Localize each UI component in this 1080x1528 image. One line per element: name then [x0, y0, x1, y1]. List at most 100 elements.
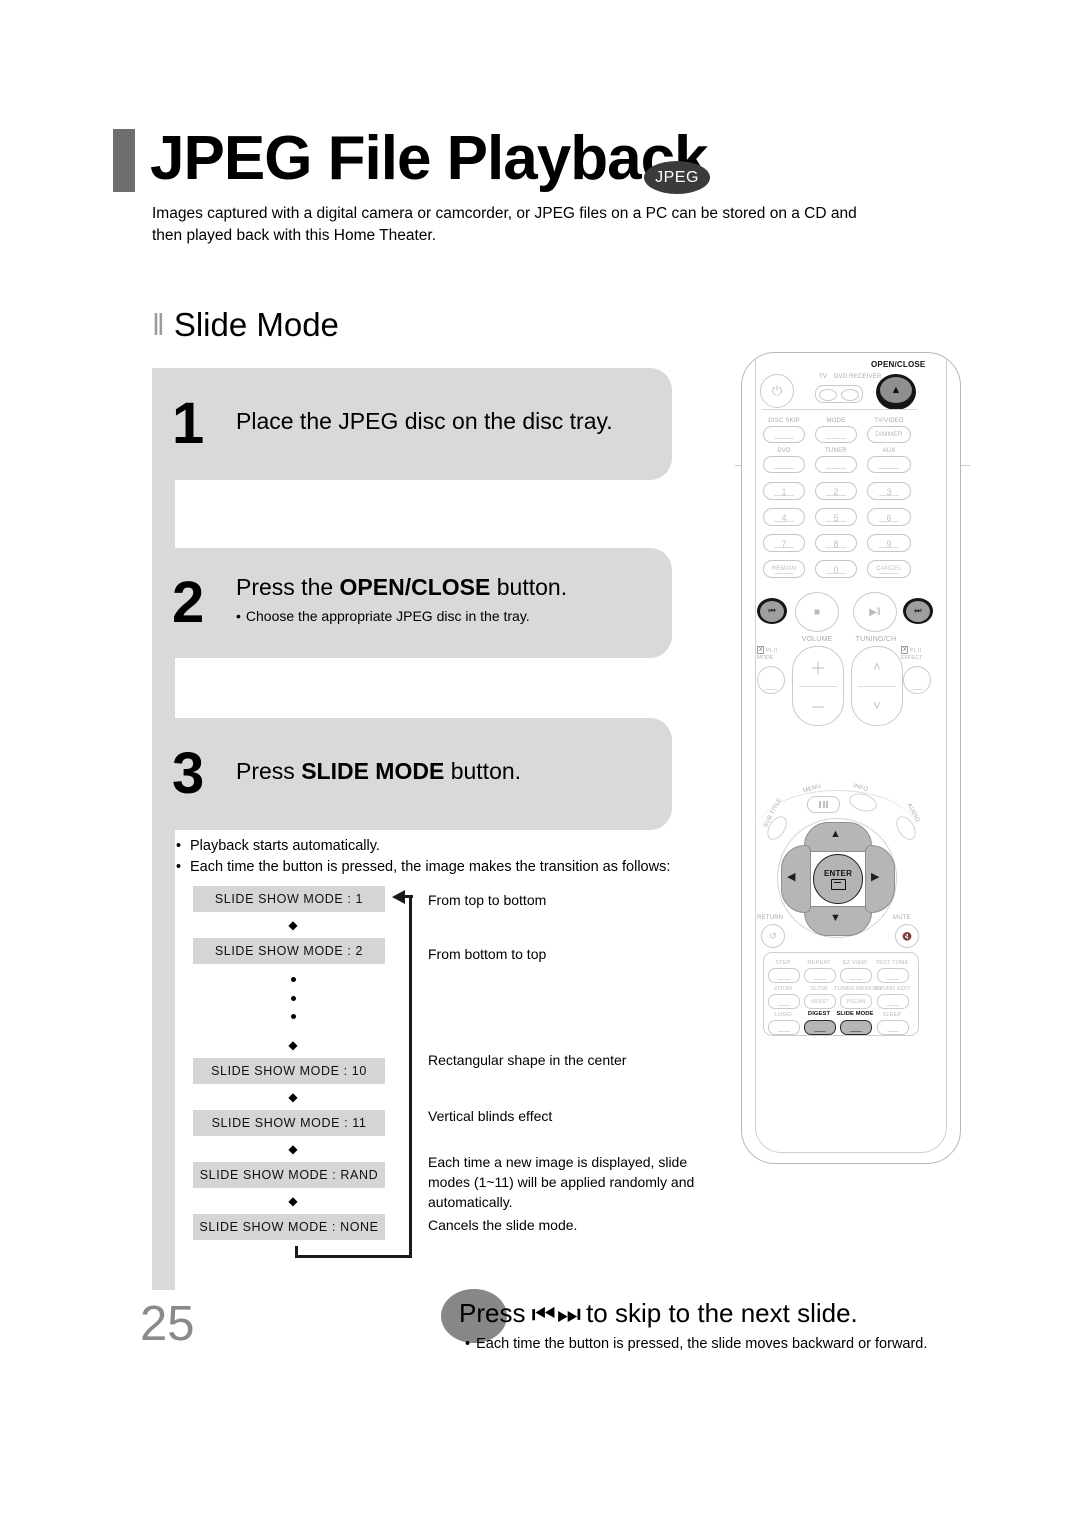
key-4[interactable]: 4: [763, 508, 805, 526]
mute-button[interactable]: 🔇: [895, 924, 919, 948]
volume-down-button[interactable]: －: [793, 686, 843, 725]
pl2-effect-label-line1: X PL II: [901, 646, 921, 654]
footer-press-post: to skip to the next slide.: [586, 1298, 858, 1328]
tv-label: TV: [819, 374, 828, 380]
menu-button[interactable]: [807, 796, 840, 813]
slide-mode-flow-chart: SLIDE SHOW MODE : 1 ◆ SLIDE SHOW MODE : …: [193, 886, 393, 1240]
key-1[interactable]: 1: [763, 482, 805, 500]
key-8[interactable]: 8: [815, 534, 857, 552]
aux-button[interactable]: [867, 456, 911, 473]
flow-box: SLIDE SHOW MODE : 2: [193, 938, 385, 964]
digest-button[interactable]: [804, 1020, 836, 1035]
flow-arrow-icon: ◆: [288, 918, 298, 932]
tv-dvd-receiver-toggle[interactable]: [815, 385, 863, 403]
flow-description: Cancels the slide mode.: [428, 1217, 578, 1233]
open-close-button[interactable]: ▲: [876, 374, 916, 410]
tuner-button[interactable]: [815, 456, 857, 473]
step-label: STEP: [775, 960, 791, 966]
footer-press-label: Press: [459, 1298, 526, 1328]
step-sub-2-text: Choose the appropriate JPEG disc in the …: [245, 608, 530, 624]
disc-skip-label: DISC SKIP: [768, 418, 800, 424]
disc-skip-button[interactable]: [763, 426, 805, 443]
step-sub-2: • Choose the appropriate JPEG disc in the…: [236, 606, 567, 626]
zoom-button[interactable]: [768, 994, 800, 1009]
tuning-up-button[interactable]: ˄: [852, 647, 902, 686]
skip-prev-button[interactable]: ⏮: [757, 598, 787, 624]
return-button[interactable]: ↺: [761, 924, 785, 948]
step-panel-1: 1 Place the JPEG disc on the disc tray.: [152, 368, 672, 480]
key-3[interactable]: 3: [867, 482, 911, 500]
aux-label: AUX: [882, 448, 896, 454]
slide-mode-button[interactable]: [840, 1020, 872, 1035]
power-button[interactable]: ⏻: [760, 374, 794, 408]
flow-description: Rectangular shape in the center: [428, 1052, 627, 1068]
play-pause-icon: ▶‖: [869, 606, 881, 618]
pl2-effect-button[interactable]: [903, 666, 931, 694]
page-title: JPEG File Playback: [150, 124, 709, 193]
skip-next-button[interactable]: ⏭: [903, 598, 933, 624]
stop-button[interactable]: ■: [795, 592, 839, 632]
open-close-label: OPEN/CLOSE: [871, 360, 926, 369]
flow-loop-stub: [295, 1246, 298, 1258]
flow-loop-arrowhead-icon: [392, 890, 405, 904]
step-number-2: 2: [172, 570, 205, 635]
footer-note: • Each time the button is pressed, the sl…: [465, 1334, 927, 1355]
sound-edit-label: SOUND EDIT: [874, 986, 911, 992]
play-pause-button[interactable]: ▶‖: [853, 592, 897, 632]
sound-edit-button[interactable]: [877, 994, 909, 1009]
nav-left-button[interactable]: [781, 845, 811, 913]
enter-icon: [830, 878, 846, 890]
mode-button[interactable]: [815, 426, 857, 443]
step-title-3-post: button.: [444, 758, 522, 784]
flow-ellipsis-dots: [193, 964, 393, 1032]
pscan-label: PSCAN: [846, 998, 866, 1005]
key-7[interactable]: 7: [763, 534, 805, 552]
step-title-2-pre: Press the: [236, 574, 340, 600]
dvd-button[interactable]: [763, 456, 805, 473]
bullet-glyph: •: [176, 859, 182, 875]
tuning-down-button[interactable]: ˅: [852, 686, 902, 725]
repeat-button[interactable]: [804, 968, 836, 983]
flow-box: SLIDE SHOW MODE : RAND: [193, 1162, 385, 1188]
key-5[interactable]: 5: [815, 508, 857, 526]
step-panel-2: 2 Press the OPEN/CLOSE button. • Choose t…: [152, 548, 672, 658]
flow-arrow-icon: ◆: [288, 1090, 298, 1104]
key-0[interactable]: 0: [815, 560, 857, 578]
note-text: Each time the button is pressed, the ima…: [190, 859, 671, 875]
remain-button[interactable]: REMAIN: [763, 560, 805, 578]
skip-prev-next-icons: ⏮⏭: [531, 1299, 583, 1329]
step-body-3: Press SLIDE MODE button.: [236, 756, 521, 786]
title-accent-bar: [113, 129, 135, 192]
pscan-button[interactable]: PSCAN: [840, 994, 872, 1009]
digest-label: DIGEST: [807, 1011, 831, 1017]
mo-st-button[interactable]: MO/ST: [804, 994, 836, 1009]
dimmer-button[interactable]: DIMMER: [867, 426, 911, 443]
pl2-mode-button[interactable]: [757, 666, 785, 694]
page-number: 25: [140, 1297, 195, 1351]
key-2[interactable]: 2: [815, 482, 857, 500]
enter-button[interactable]: ENTER: [813, 854, 863, 904]
footer-note-text: Each time the button is pressed, the sli…: [476, 1336, 928, 1352]
logo-button[interactable]: [768, 1020, 800, 1035]
nav-up-icon: ▲: [830, 828, 841, 840]
sleep-button[interactable]: [877, 1020, 909, 1035]
key-6[interactable]: 6: [867, 508, 911, 526]
repeat-label: REPEAT: [807, 960, 831, 966]
step-body-1: Place the JPEG disc on the disc tray.: [236, 406, 613, 436]
ez-view-button[interactable]: [840, 968, 872, 983]
tuning-stack[interactable]: ˄ ˅: [851, 646, 903, 726]
cancel-button[interactable]: CANCEL: [867, 560, 911, 578]
tv-video-label: TV/VIDEO: [874, 418, 904, 424]
volume-up-button[interactable]: ＋: [793, 647, 843, 686]
key-9[interactable]: 9: [867, 534, 911, 552]
return-label: RETURN: [757, 915, 784, 921]
step-body-2: Press the OPEN/CLOSE button. • Choose the…: [236, 572, 567, 626]
transport-connector-line: [762, 409, 917, 411]
bullet-glyph: •: [236, 608, 241, 624]
nav-right-button[interactable]: [865, 845, 895, 913]
test-tone-button[interactable]: [877, 968, 909, 983]
navigation-dpad[interactable]: ▲ ▼ ◀ ▶ ENTER: [777, 818, 897, 938]
volume-stack[interactable]: ＋ －: [792, 646, 844, 726]
footer-instruction: Press ⏮⏭ to skip to the next slide.: [459, 1296, 858, 1331]
step-button[interactable]: [768, 968, 800, 983]
